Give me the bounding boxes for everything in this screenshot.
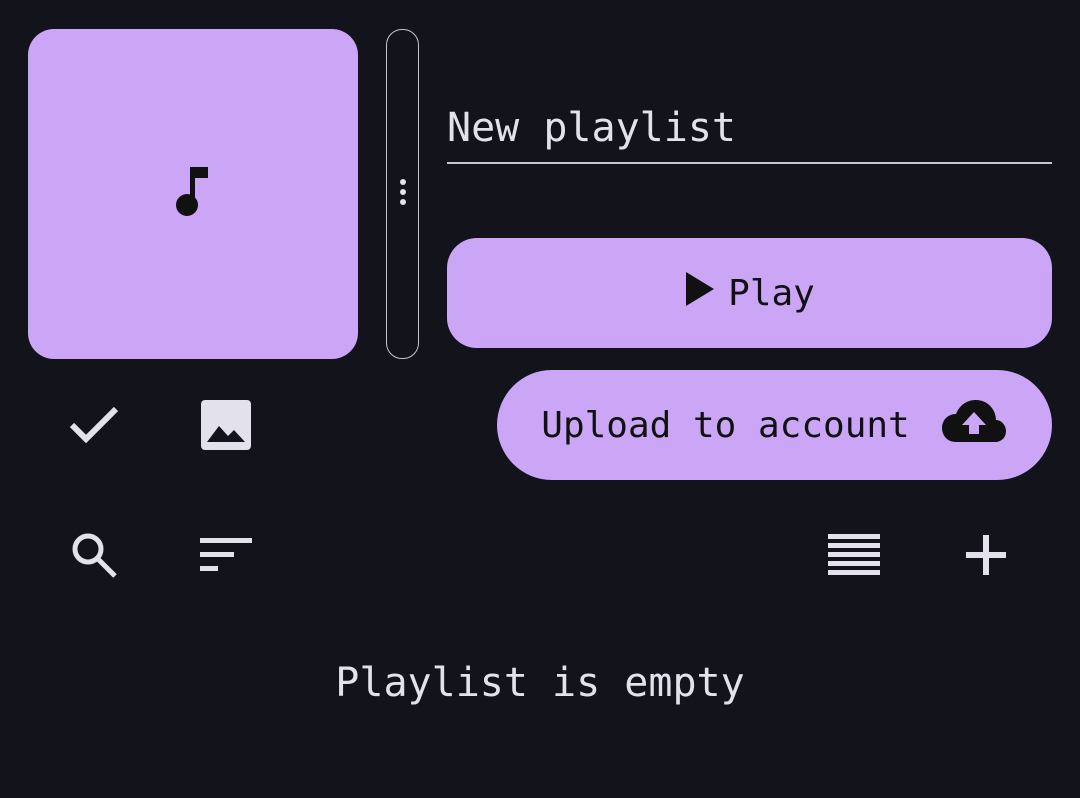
upload-label: Upload to account <box>541 404 910 446</box>
play-label: Play <box>728 272 815 314</box>
search-icon <box>69 530 119 584</box>
add-button[interactable] <box>954 525 1018 589</box>
select-button[interactable] <box>62 395 126 459</box>
playlist-name-field[interactable] <box>447 98 1052 164</box>
list-view-button[interactable] <box>822 525 886 589</box>
more-vert-icon <box>399 179 407 209</box>
play-button[interactable]: Play <box>447 238 1052 348</box>
sort-icon <box>200 536 252 578</box>
cloud-upload-icon <box>940 398 1008 453</box>
sort-button[interactable] <box>194 525 258 589</box>
image-icon <box>201 400 251 454</box>
check-icon <box>68 405 120 449</box>
list-view-icon <box>828 534 880 580</box>
change-image-button[interactable] <box>194 395 258 459</box>
add-icon <box>964 533 1008 581</box>
play-icon <box>684 270 716 317</box>
playlist-artwork[interactable] <box>28 29 358 359</box>
music-note-icon <box>174 165 212 223</box>
search-button[interactable] <box>62 525 126 589</box>
playlist-editor: Play Upload to account <box>0 0 1080 798</box>
empty-playlist-message: Playlist is empty <box>335 660 745 706</box>
drag-handle[interactable] <box>386 29 419 359</box>
playlist-name-input[interactable] <box>447 98 1052 158</box>
upload-to-account-button[interactable]: Upload to account <box>497 370 1052 480</box>
